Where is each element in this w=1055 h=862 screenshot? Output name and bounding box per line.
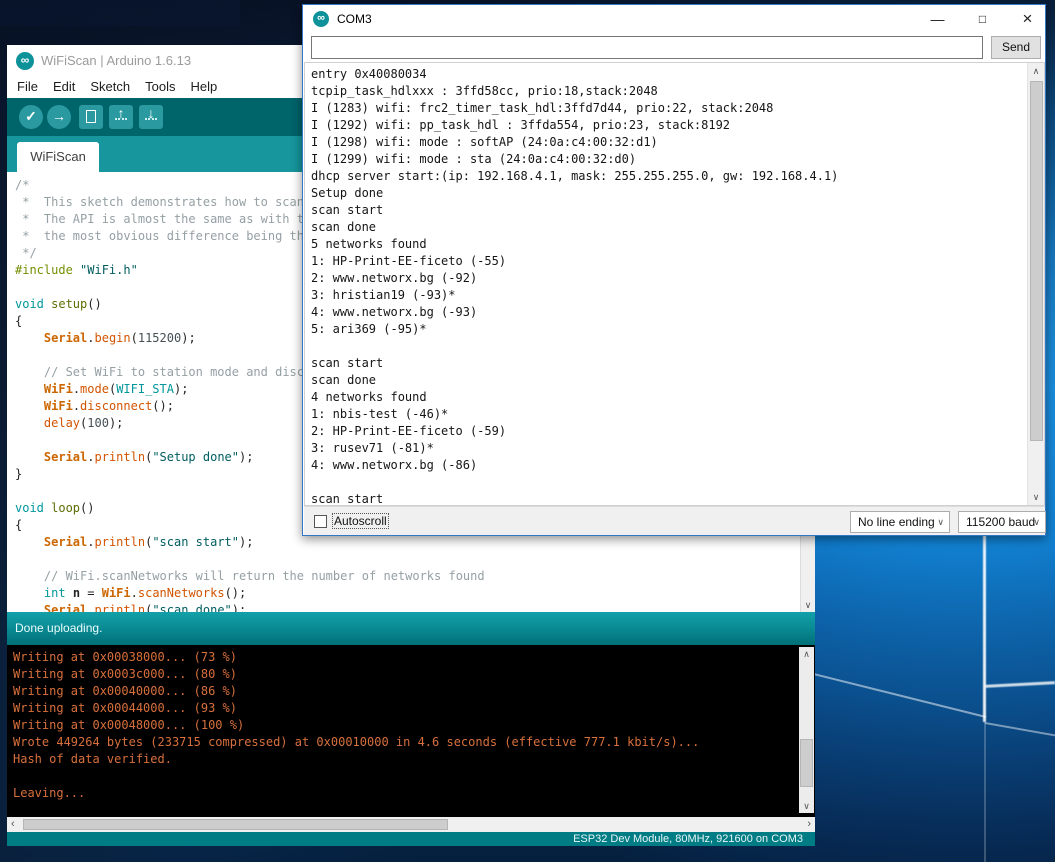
up-arrow-icon: ↑ bbox=[109, 105, 133, 121]
baud-rate-dropdown[interactable]: 115200 baud ∨ bbox=[958, 511, 1046, 533]
menu-help[interactable]: Help bbox=[190, 77, 217, 98]
menu-file[interactable]: File bbox=[17, 77, 38, 98]
serial-scrollbar[interactable]: ∧ ∨ bbox=[1027, 63, 1044, 505]
scroll-left-icon[interactable]: ‹ bbox=[11, 817, 15, 832]
ide-console: Writing at 0x00038000... (73 %) Writing … bbox=[7, 645, 815, 817]
serial-bottombar: Autoscroll No line ending ∨ 115200 baud … bbox=[304, 506, 1045, 535]
close-button[interactable]: × bbox=[1005, 5, 1050, 33]
code-line: Serial.println("scan done"); bbox=[15, 602, 485, 612]
menu-edit[interactable]: Edit bbox=[53, 77, 75, 98]
wallpaper-band bbox=[0, 0, 240, 26]
minimize-icon: — bbox=[915, 5, 960, 33]
autoscroll-label[interactable]: Autoscroll bbox=[333, 514, 388, 528]
new-sketch-button[interactable] bbox=[79, 105, 103, 129]
scroll-right-icon[interactable]: › bbox=[807, 817, 811, 832]
serial-send-input[interactable] bbox=[311, 36, 983, 59]
upload-button[interactable]: → bbox=[47, 105, 71, 129]
screen: ∞ WiFiScan | Arduino 1.6.13 File Edit Sk… bbox=[0, 0, 1055, 862]
maximize-button[interactable]: □ bbox=[960, 5, 1005, 33]
autoscroll-checkbox[interactable] bbox=[314, 515, 327, 528]
scrollbar-thumb[interactable] bbox=[1030, 81, 1043, 441]
minimize-button[interactable]: — bbox=[915, 5, 960, 33]
console-output[interactable]: Writing at 0x00038000... (73 %) Writing … bbox=[13, 649, 699, 802]
arduino-logo-icon: ∞ bbox=[313, 11, 329, 27]
line-ending-dropdown[interactable]: No line ending ∨ bbox=[850, 511, 950, 533]
serial-output-area: entry 0x40080034 tcpip_task_hdlxxx : 3ff… bbox=[304, 62, 1045, 506]
serial-monitor-window: ∞ COM3 — □ × Send entry 0x40080034 tcpip… bbox=[302, 4, 1046, 536]
wallpaper-beam bbox=[984, 722, 986, 862]
wallpaper-beam bbox=[985, 722, 1055, 736]
wallpaper-beam bbox=[811, 672, 986, 717]
tab-wifiscan[interactable]: WiFiScan bbox=[17, 142, 99, 172]
code-line: Serial.println("scan start"); bbox=[15, 534, 485, 551]
close-icon: × bbox=[1005, 5, 1050, 33]
serial-output-text[interactable]: entry 0x40080034 tcpip_task_hdlxxx : 3ff… bbox=[311, 66, 838, 506]
code-line: int n = WiFi.scanNetworks(); bbox=[15, 585, 485, 602]
console-scrollbar[interactable]: ∧ ∨ bbox=[799, 647, 814, 813]
horizontal-scrollbar[interactable]: ‹ › bbox=[7, 817, 815, 832]
menu-tools[interactable]: Tools bbox=[145, 77, 175, 98]
baud-rate-value: 115200 baud bbox=[966, 512, 1035, 532]
send-button[interactable]: Send bbox=[991, 36, 1041, 59]
scrollbar-thumb[interactable] bbox=[800, 739, 813, 787]
ide-statusbar: ESP32 Dev Module, 80MHz, 921600 on COM3 bbox=[7, 832, 815, 846]
maximize-icon: □ bbox=[960, 5, 1005, 33]
line-ending-value: No line ending bbox=[858, 512, 935, 532]
code-line bbox=[15, 551, 485, 568]
scroll-down-icon[interactable]: ∨ bbox=[799, 799, 814, 813]
check-icon: ✓ bbox=[19, 105, 43, 127]
serial-titlebar[interactable]: ∞ COM3 — □ × bbox=[303, 5, 1045, 33]
right-arrow-icon: → bbox=[47, 105, 71, 127]
serial-window-title: COM3 bbox=[337, 5, 372, 33]
scroll-up-icon[interactable]: ∧ bbox=[1028, 64, 1044, 78]
ide-window-title: WiFiScan | Arduino 1.6.13 bbox=[41, 45, 191, 77]
scroll-down-icon[interactable]: ∨ bbox=[1028, 490, 1044, 504]
wallpaper-beam bbox=[985, 681, 1055, 688]
chevron-down-icon: ∨ bbox=[1033, 512, 1040, 532]
scroll-up-icon[interactable]: ∧ bbox=[799, 647, 814, 661]
document-icon bbox=[86, 110, 96, 123]
menu-sketch[interactable]: Sketch bbox=[90, 77, 130, 98]
verify-button[interactable]: ✓ bbox=[19, 105, 43, 129]
down-arrow-icon: ↓ bbox=[139, 105, 163, 121]
scroll-down-icon[interactable]: ∨ bbox=[801, 598, 815, 612]
arduino-logo-icon: ∞ bbox=[16, 52, 34, 70]
save-button[interactable]: ↓ bbox=[139, 105, 163, 129]
upload-status-banner: Done uploading. bbox=[7, 612, 815, 645]
upload-status-text: Done uploading. bbox=[15, 612, 102, 645]
chevron-down-icon: ∨ bbox=[937, 512, 944, 532]
open-button[interactable]: ↑ bbox=[109, 105, 133, 129]
code-line: // WiFi.scanNetworks will return the num… bbox=[15, 568, 485, 585]
scrollbar-thumb[interactable] bbox=[23, 819, 448, 830]
board-status-text: ESP32 Dev Module, 80MHz, 921600 on COM3 bbox=[573, 832, 803, 846]
